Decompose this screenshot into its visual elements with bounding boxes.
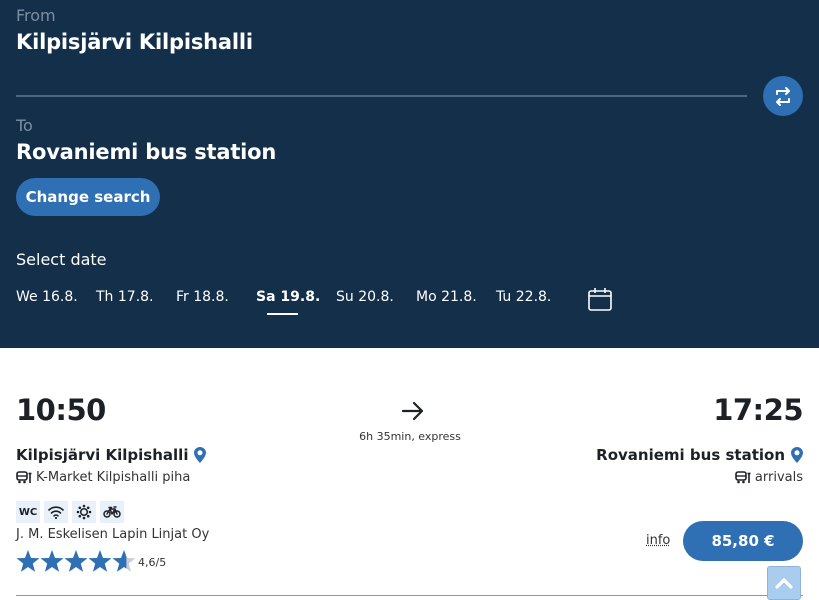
from-label: From bbox=[16, 6, 56, 25]
date-tab-sa-19-8[interactable]: Sa 19.8. bbox=[256, 289, 320, 305]
active-date-indicator bbox=[267, 313, 298, 315]
search-header: From Kilpisjärvi Kilpishalli To Rovaniem… bbox=[0, 0, 819, 348]
select-date-label: Select date bbox=[16, 250, 107, 269]
to-field[interactable]: Rovaniemi bus station bbox=[16, 140, 276, 164]
date-tab-we-16-8[interactable]: We 16.8. bbox=[16, 289, 78, 305]
calendar-icon bbox=[588, 288, 612, 311]
bicycle-icon bbox=[100, 501, 124, 523]
map-pin-icon[interactable] bbox=[194, 447, 207, 463]
rating-stars bbox=[16, 550, 136, 572]
change-search-button[interactable]: Change search bbox=[16, 178, 160, 216]
divider bbox=[16, 95, 747, 97]
to-label: To bbox=[16, 116, 33, 135]
price-button[interactable]: 85,80 € bbox=[683, 521, 803, 561]
wc-icon: WC bbox=[16, 501, 40, 523]
date-tab-tu-22-8[interactable]: Tu 22.8. bbox=[496, 289, 551, 305]
departure-platform-text: K-Market Kilpishalli piha bbox=[36, 470, 191, 485]
star-filled bbox=[16, 550, 40, 572]
bus-stop-icon bbox=[735, 471, 751, 484]
chevron-up-icon bbox=[775, 578, 793, 589]
date-tab-fr-18-8[interactable]: Fr 18.8. bbox=[176, 289, 229, 305]
amenities-list: WC bbox=[16, 501, 124, 523]
from-field[interactable]: Kilpisjärvi Kilpishalli bbox=[16, 30, 253, 54]
arrival-platform: arrivals bbox=[735, 470, 803, 485]
rating-text: 4,6/5 bbox=[138, 555, 167, 569]
date-tab-mo-21-8[interactable]: Mo 21.8. bbox=[416, 289, 477, 305]
map-pin-icon[interactable] bbox=[791, 447, 803, 463]
star-filled bbox=[88, 550, 112, 572]
arrival-stop-name: Rovaniemi bus station bbox=[596, 446, 785, 464]
calendar-button[interactable] bbox=[587, 286, 613, 316]
date-tab-su-20-8[interactable]: Su 20.8. bbox=[336, 289, 394, 305]
bus-stop-icon bbox=[16, 471, 32, 484]
star-filled bbox=[64, 550, 88, 572]
swap-arrows-icon bbox=[776, 87, 790, 106]
air-conditioning-icon bbox=[72, 501, 96, 523]
rating: 4,6/5 bbox=[16, 550, 166, 574]
departure-stop-name: Kilpisjärvi Kilpishalli bbox=[16, 446, 189, 464]
star-filled bbox=[40, 550, 64, 572]
wifi-icon bbox=[44, 501, 68, 523]
swap-button[interactable] bbox=[763, 76, 803, 116]
arrival-platform-text: arrivals bbox=[754, 470, 803, 485]
arrival-time: 17:25 bbox=[713, 393, 803, 427]
date-tab-th-17-8[interactable]: Th 17.8. bbox=[96, 289, 154, 305]
departure-platform: K-Market Kilpishalli piha bbox=[16, 470, 190, 485]
scroll-to-top-button[interactable] bbox=[767, 566, 801, 600]
arrival-stop: Rovaniemi bus station bbox=[596, 446, 803, 464]
operator-name: J. M. Eskelisen Lapin Linjat Oy bbox=[16, 527, 210, 542]
arrow-right-icon bbox=[401, 401, 424, 421]
info-link[interactable]: info bbox=[646, 533, 670, 548]
departure-stop: Kilpisjärvi Kilpishalli bbox=[16, 446, 207, 464]
trip-duration: 6h 35min, express bbox=[359, 430, 461, 443]
departure-time: 10:50 bbox=[16, 393, 106, 427]
divider bbox=[16, 595, 803, 596]
